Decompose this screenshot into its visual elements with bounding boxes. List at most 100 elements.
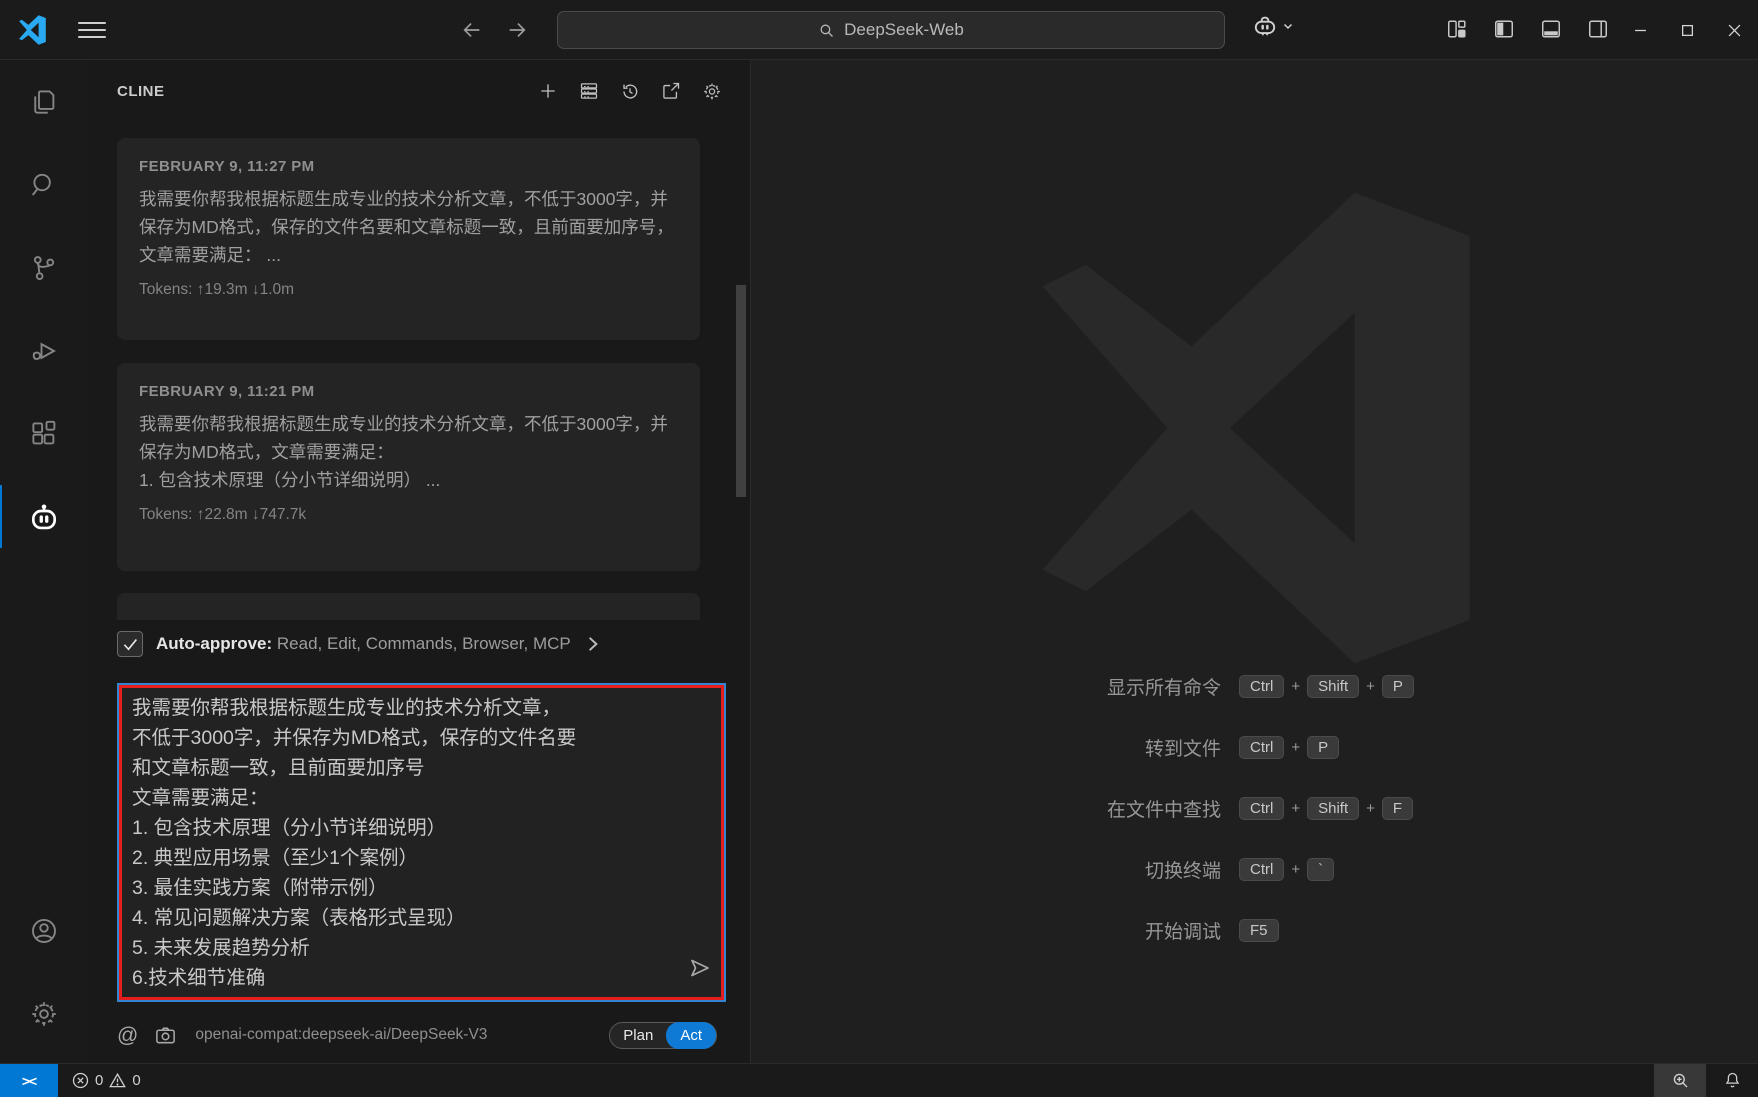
key-chip: P [1382,675,1414,698]
act-mode-button[interactable]: Act [666,1022,716,1049]
plus-icon [538,80,558,102]
history-task-card[interactable]: FEBRUARY 9, 11:21 PM 我需要你帮我根据标题生成专业的技术分析… [117,363,700,571]
manage-settings-button[interactable] [0,972,87,1055]
shortcuts-list: 显示所有命令Ctrl+Shift+P转到文件Ctrl+P在文件中查找Ctrl+S… [921,672,1541,944]
shortcut-label: 显示所有命令 [921,673,1221,700]
command-center-search[interactable]: DeepSeek-Web [557,11,1225,49]
shortcut-keys: Ctrl+Shift+F [1239,797,1541,820]
send-button[interactable] [688,956,712,980]
arrow-left-icon [461,19,483,41]
shortcut-row: 切换终端Ctrl+` [921,855,1541,883]
files-icon [29,87,59,117]
key-separator: + [1366,800,1375,817]
close-button[interactable] [1711,0,1758,60]
panel-title: CLINE [117,83,165,100]
key-separator: + [1291,678,1300,695]
key-separator: + [1291,800,1300,817]
task-date: FEBRUARY 9, 11:21 PM [139,383,678,400]
notifications-button[interactable] [1706,1064,1758,1097]
task-preview: 我需要你帮我根据标题生成专业的技术分析文章，不低于3000字，并保存为MD格式，… [139,185,678,269]
auto-approve-row[interactable]: Auto-approve: Read, Edit, Commands, Brow… [117,628,712,660]
history-task-card-partial[interactable] [117,593,700,620]
copilot-menu[interactable] [1252,13,1294,39]
settings-button[interactable] [702,81,722,101]
close-icon [1728,24,1741,37]
sidebar-item-source-control[interactable] [0,226,87,309]
key-chip: P [1307,736,1339,759]
key-chip: Ctrl [1239,736,1284,759]
shortcut-row: 转到文件Ctrl+P [921,733,1541,761]
shortcut-row: 开始调试 F5 [921,916,1541,944]
warning-count: 0 [132,1072,140,1089]
customize-layout-button[interactable] [1444,13,1470,45]
navigate-back-button[interactable] [455,13,489,47]
history-task-card[interactable]: FEBRUARY 9, 11:27 PM 我需要你帮我根据标题生成专业的技术分析… [117,138,700,340]
shortcut-row: 显示所有命令 Ctrl + Shift + P [921,672,1541,700]
new-task-button[interactable] [538,81,558,101]
sidebar-item-explorer[interactable] [0,60,87,143]
remote-indicator[interactable]: >< [0,1064,58,1097]
vscode-logo-icon [17,15,47,45]
shortcut-label: 开始调试 [921,917,1221,944]
screenshot-button[interactable] [154,1024,177,1047]
sidebar-item-run-debug[interactable] [0,309,87,392]
shortcut-keys: Ctrl+` [1239,858,1541,881]
menu-hamburger-icon[interactable] [78,18,106,42]
key-chip: ` [1307,858,1334,881]
zoom-in-icon [1671,1071,1690,1090]
task-tokens: Tokens: ↑19.3m ↓1.0m [139,281,678,299]
key-chip: Ctrl [1239,675,1284,698]
account-icon [29,916,59,946]
vscode-window: DeepSeek-Web [0,0,1758,1097]
chevron-right-icon [586,635,600,653]
auto-approve-title: Auto-approve: [156,634,272,653]
customize-layout-icon [1446,18,1468,40]
sidebar-item-cline[interactable] [0,475,87,558]
key-chip: Shift [1307,797,1359,820]
key-chip: F5 [1239,919,1279,942]
mention-button[interactable]: @ [117,1025,138,1046]
task-date: FEBRUARY 9, 11:27 PM [139,158,678,175]
toggle-secondary-sidebar-button[interactable] [1585,13,1611,45]
copilot-icon [1252,13,1278,39]
key-chip: Shift [1307,675,1359,698]
window-controls [1617,0,1758,60]
panel-bottom-icon [1540,18,1562,40]
toggle-primary-sidebar-button[interactable] [1491,13,1517,45]
search-icon [29,170,59,200]
status-bar-right [1654,1064,1758,1097]
scrollbar-thumb[interactable] [736,285,746,497]
auto-approve-checkbox[interactable] [117,631,143,657]
panel-right-icon [1587,18,1609,40]
navigate-forward-button[interactable] [500,13,534,47]
debug-icon [29,336,59,366]
key-separator: + [1366,678,1375,695]
send-icon [688,956,712,980]
mcp-servers-button[interactable] [579,81,599,101]
history-button[interactable] [620,81,640,101]
zoom-button[interactable] [1654,1064,1706,1097]
toggle-panel-button[interactable] [1538,13,1564,45]
open-in-editor-button[interactable] [661,81,681,101]
check-icon [121,635,139,653]
activity-bar-bottom [0,889,87,1055]
sidebar-item-extensions[interactable] [0,392,87,475]
auto-approve-label: Auto-approve: Read, Edit, Commands, Brow… [156,634,571,654]
problems-indicator[interactable]: 0 0 [58,1064,155,1097]
accounts-button[interactable] [0,889,87,972]
maximize-button[interactable] [1664,0,1711,60]
cline-panel-header: CLINE [87,60,750,122]
plan-act-toggle[interactable]: Plan Act [609,1022,717,1049]
model-selector[interactable]: openai-compat:deepseek-ai/DeepSeek-V3 [195,1026,487,1044]
shortcut-label: 切换终端 [921,856,1221,883]
key-separator: + [1291,861,1300,878]
minimize-button[interactable] [1617,0,1664,60]
chat-input[interactable]: 我需要你帮我根据标题生成专业的技术分析文章， 不低于3000字，并保存为MD格式… [119,685,724,1000]
panel-left-icon [1493,18,1515,40]
sidebar-item-search[interactable] [0,143,87,226]
gear-icon [702,81,722,102]
link-external-icon [661,81,681,101]
plan-mode-button[interactable]: Plan [610,1027,666,1044]
vscode-watermark-icon [1009,188,1489,668]
minimize-icon [1634,24,1647,37]
